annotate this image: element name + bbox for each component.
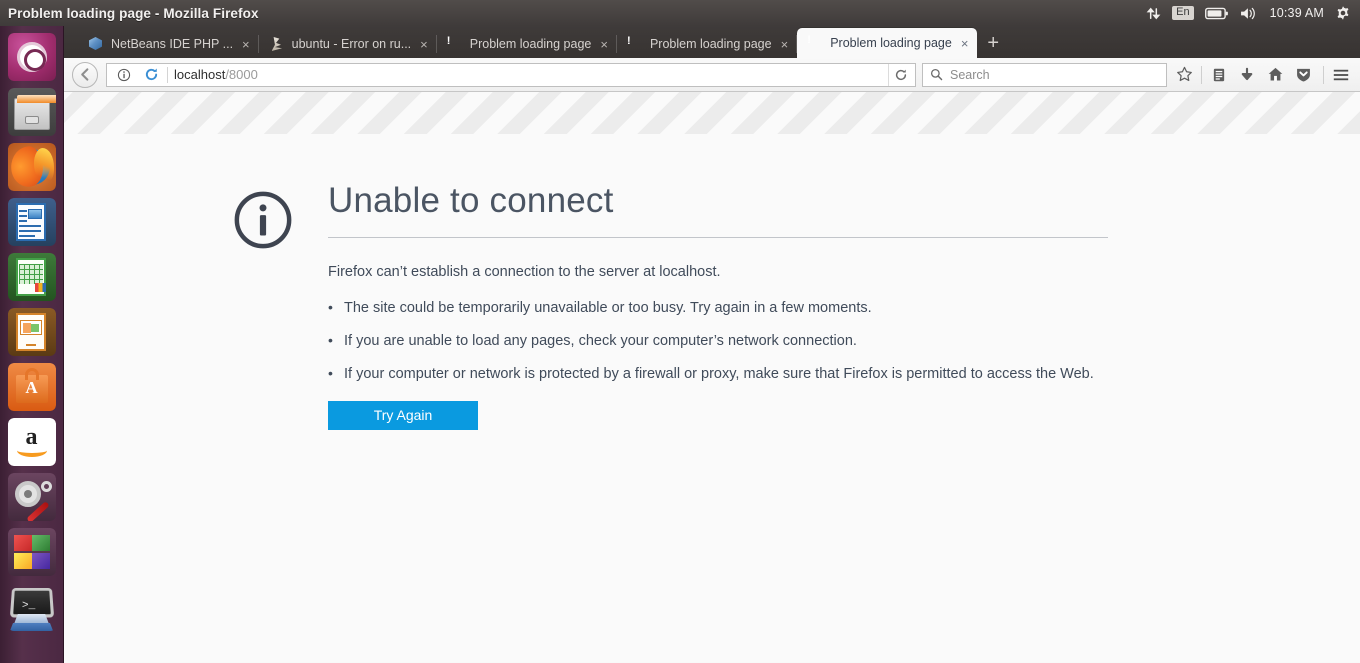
info-circle-icon xyxy=(232,182,328,430)
tab-title: Problem loading page xyxy=(649,37,772,51)
page-title: Unable to connect xyxy=(328,181,614,220)
launcher-item-ubuntu-software[interactable]: A xyxy=(7,363,56,411)
download-arrow-icon[interactable] xyxy=(1236,64,1258,86)
tab-close-button[interactable]: × xyxy=(598,38,610,51)
error-intro-text: Firefox can’t establish a connection to … xyxy=(328,263,721,280)
navigation-toolbar: localhost/8000 Search xyxy=(64,58,1360,92)
launcher-item-terminal[interactable]: >_ xyxy=(8,583,56,631)
reload-button[interactable] xyxy=(888,63,912,86)
browser-tab[interactable]: NetBeans IDE PHP ... × xyxy=(78,30,259,58)
tab-close-button[interactable]: × xyxy=(959,37,971,50)
title-divider xyxy=(328,236,1108,238)
page-content: Unable to connect Firefox can’t establis… xyxy=(64,92,1360,662)
unity-top-panel: Problem loading page - Mozilla Firefox E… xyxy=(0,0,1360,26)
network-error-page: Unable to connect Firefox can’t establis… xyxy=(64,134,1164,430)
browser-tab[interactable]: ubuntu - Error on ru... × xyxy=(259,30,437,58)
java-icon xyxy=(269,36,285,52)
list-item: The site could be temporarily unavailabl… xyxy=(328,298,1108,317)
search-bar[interactable]: Search xyxy=(922,62,1167,87)
url-bar[interactable]: localhost/8000 xyxy=(106,62,916,87)
toolbar-divider xyxy=(1201,65,1202,84)
hamburger-menu-icon[interactable] xyxy=(1330,64,1352,86)
launcher-item-ubuntu-dash[interactable] xyxy=(7,33,56,81)
url-text[interactable]: localhost/8000 xyxy=(167,66,883,83)
search-placeholder: Search xyxy=(950,67,990,82)
diagonal-stripe-band xyxy=(64,92,1360,134)
tab-close-button[interactable]: × xyxy=(418,38,430,51)
launcher-item-files[interactable] xyxy=(7,88,56,136)
launcher-item-libreoffice-writer[interactable] xyxy=(7,198,56,246)
network-up-down-icon[interactable] xyxy=(1146,0,1161,26)
launcher-item-system-settings[interactable] xyxy=(7,473,56,521)
unity-launcher: A a >_ xyxy=(0,26,64,663)
reader-list-icon[interactable] xyxy=(1208,64,1230,86)
pocket-shield-icon[interactable] xyxy=(1292,64,1314,86)
info-circle-icon[interactable] xyxy=(113,64,135,86)
error-icon xyxy=(807,35,823,51)
launcher-item-libreoffice-impress[interactable] xyxy=(7,308,56,356)
tab-title: NetBeans IDE PHP ... xyxy=(111,37,234,51)
battery-icon[interactable] xyxy=(1204,0,1229,26)
back-arrow-icon[interactable] xyxy=(72,61,98,88)
launcher-item-firefox[interactable] xyxy=(7,143,56,191)
list-item: If your computer or network is protected… xyxy=(328,365,1108,383)
window-title: Problem loading page - Mozilla Firefox xyxy=(8,5,259,21)
tab-close-button[interactable]: × xyxy=(240,38,252,51)
try-again-button[interactable]: Try Again xyxy=(328,400,478,430)
tab-title: Problem loading page xyxy=(830,36,952,50)
keyboard-language-indicator[interactable]: En xyxy=(1172,0,1194,26)
error-icon xyxy=(627,36,643,52)
browser-tab[interactable]: Problem loading page × xyxy=(437,30,617,58)
error-suggestion-list: The site could be temporarily unavailabl… xyxy=(328,298,1108,383)
tab-title: Problem loading page xyxy=(469,37,592,51)
system-tray: En 10:39 AM xyxy=(1146,0,1360,26)
clock[interactable]: 10:39 AM xyxy=(1270,0,1324,26)
search-icon xyxy=(929,67,944,82)
browser-tab-active[interactable]: Problem loading page × xyxy=(797,28,978,58)
url-path: /8000 xyxy=(225,66,258,82)
url-host: localhost xyxy=(174,66,226,82)
volume-icon[interactable] xyxy=(1240,0,1259,26)
list-item: If you are unable to load any pages, che… xyxy=(328,332,1108,350)
launcher-item-workspace-switcher[interactable] xyxy=(7,528,56,576)
launcher-item-amazon[interactable]: a xyxy=(7,418,56,466)
firefox-window: NetBeans IDE PHP ... × ubuntu - Error on… xyxy=(64,26,1360,663)
home-icon[interactable] xyxy=(1264,64,1286,86)
reload-icon[interactable] xyxy=(140,64,162,86)
gear-icon[interactable] xyxy=(1335,0,1351,26)
tab-close-button[interactable]: × xyxy=(779,38,791,51)
new-tab-button[interactable]: + xyxy=(977,33,1009,58)
toolbar-divider xyxy=(1323,65,1324,84)
error-icon xyxy=(447,36,463,52)
cube-icon xyxy=(88,36,104,52)
star-icon[interactable] xyxy=(1173,64,1195,86)
tab-strip: NetBeans IDE PHP ... × ubuntu - Error on… xyxy=(64,26,1360,58)
browser-tab[interactable]: Problem loading page × xyxy=(617,30,798,58)
tab-title: ubuntu - Error on ru... xyxy=(291,37,412,51)
launcher-item-libreoffice-calc[interactable] xyxy=(7,253,56,301)
